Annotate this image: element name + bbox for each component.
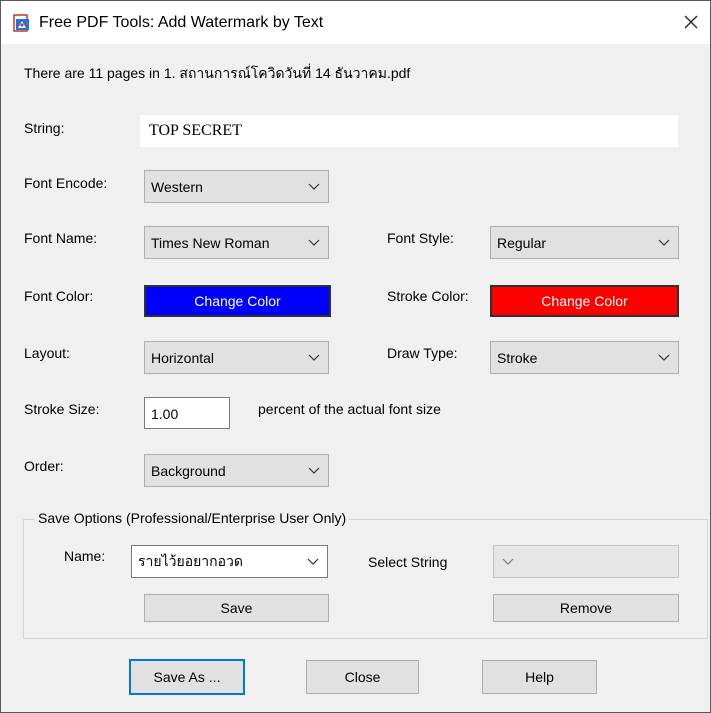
chevron-down-icon bbox=[658, 354, 670, 361]
help-button-label: Help bbox=[525, 669, 554, 685]
font-name-label: Font Name: bbox=[24, 230, 98, 246]
font-color-button-label: Change Color bbox=[194, 293, 281, 309]
title-bar: Free PDF Tools: Add Watermark by Text bbox=[1, 1, 710, 44]
order-value: Background bbox=[151, 462, 226, 479]
help-button[interactable]: Help bbox=[482, 660, 597, 694]
save-name-label: Name: bbox=[64, 548, 106, 564]
save-name-value: รายไว้ยอยากอวด bbox=[138, 552, 243, 569]
font-style-label: Font Style: bbox=[387, 230, 454, 246]
save-button[interactable]: Save bbox=[144, 594, 329, 622]
select-string-label: Select String bbox=[368, 554, 448, 570]
stroke-size-label: Stroke Size: bbox=[24, 401, 100, 417]
save-options-title: Save Options (Professional/Enterprise Us… bbox=[35, 510, 350, 526]
chevron-down-icon bbox=[658, 239, 670, 246]
layout-select[interactable]: Horizontal bbox=[144, 341, 329, 374]
window-title: Free PDF Tools: Add Watermark by Text bbox=[39, 14, 324, 31]
draw-type-select[interactable]: Stroke bbox=[490, 341, 679, 374]
order-select[interactable]: Background bbox=[144, 454, 329, 487]
remove-button-label: Remove bbox=[559, 600, 613, 616]
close-icon[interactable] bbox=[677, 10, 705, 36]
chevron-down-icon bbox=[308, 354, 320, 361]
stroke-size-input[interactable]: 1.00 bbox=[144, 397, 230, 429]
select-string-select[interactable] bbox=[493, 545, 679, 578]
order-label: Order: bbox=[24, 458, 64, 474]
font-encode-label: Font Encode: bbox=[24, 175, 108, 191]
chevron-down-icon bbox=[308, 183, 320, 190]
layout-value: Horizontal bbox=[151, 349, 215, 366]
font-name-value: Times New Roman bbox=[151, 234, 270, 251]
stroke-color-button[interactable]: Change Color bbox=[490, 285, 679, 317]
string-value: TOP SECRET bbox=[149, 122, 242, 139]
string-input[interactable]: TOP SECRET bbox=[140, 115, 678, 147]
font-name-select[interactable]: Times New Roman bbox=[144, 226, 329, 259]
chevron-down-icon bbox=[308, 467, 320, 474]
stroke-color-button-label: Change Color bbox=[541, 293, 628, 309]
font-style-select[interactable]: Regular bbox=[490, 226, 679, 259]
save-button-label: Save bbox=[220, 600, 253, 616]
layout-label: Layout: bbox=[24, 345, 70, 361]
chevron-down-icon bbox=[502, 558, 514, 565]
font-encode-select[interactable]: Western bbox=[144, 170, 329, 203]
draw-type-value: Stroke bbox=[497, 349, 538, 366]
stroke-size-value: 1.00 bbox=[151, 406, 179, 422]
remove-button[interactable]: Remove bbox=[493, 594, 679, 622]
page-count-info: There are 11 pages in 1. สถานการณ์โควิดว… bbox=[24, 65, 411, 81]
pdf-app-icon bbox=[13, 14, 29, 32]
font-color-label: Font Color: bbox=[24, 288, 94, 304]
save-as-button[interactable]: Save As ... bbox=[129, 659, 245, 695]
chevron-down-icon bbox=[307, 558, 319, 565]
chevron-down-icon bbox=[308, 239, 320, 246]
close-button-label: Close bbox=[344, 669, 381, 685]
stroke-color-label: Stroke Color: bbox=[387, 288, 469, 304]
stroke-size-suffix: percent of the actual font size bbox=[258, 401, 441, 417]
font-encode-value: Western bbox=[151, 178, 203, 195]
string-label: String: bbox=[24, 120, 65, 136]
font-color-button[interactable]: Change Color bbox=[144, 285, 331, 317]
save-as-button-label: Save As ... bbox=[153, 669, 221, 685]
close-button[interactable]: Close bbox=[306, 660, 419, 694]
draw-type-label: Draw Type: bbox=[387, 345, 458, 361]
font-style-value: Regular bbox=[497, 234, 547, 251]
save-name-select[interactable]: รายไว้ยอยากอวด bbox=[131, 545, 328, 578]
